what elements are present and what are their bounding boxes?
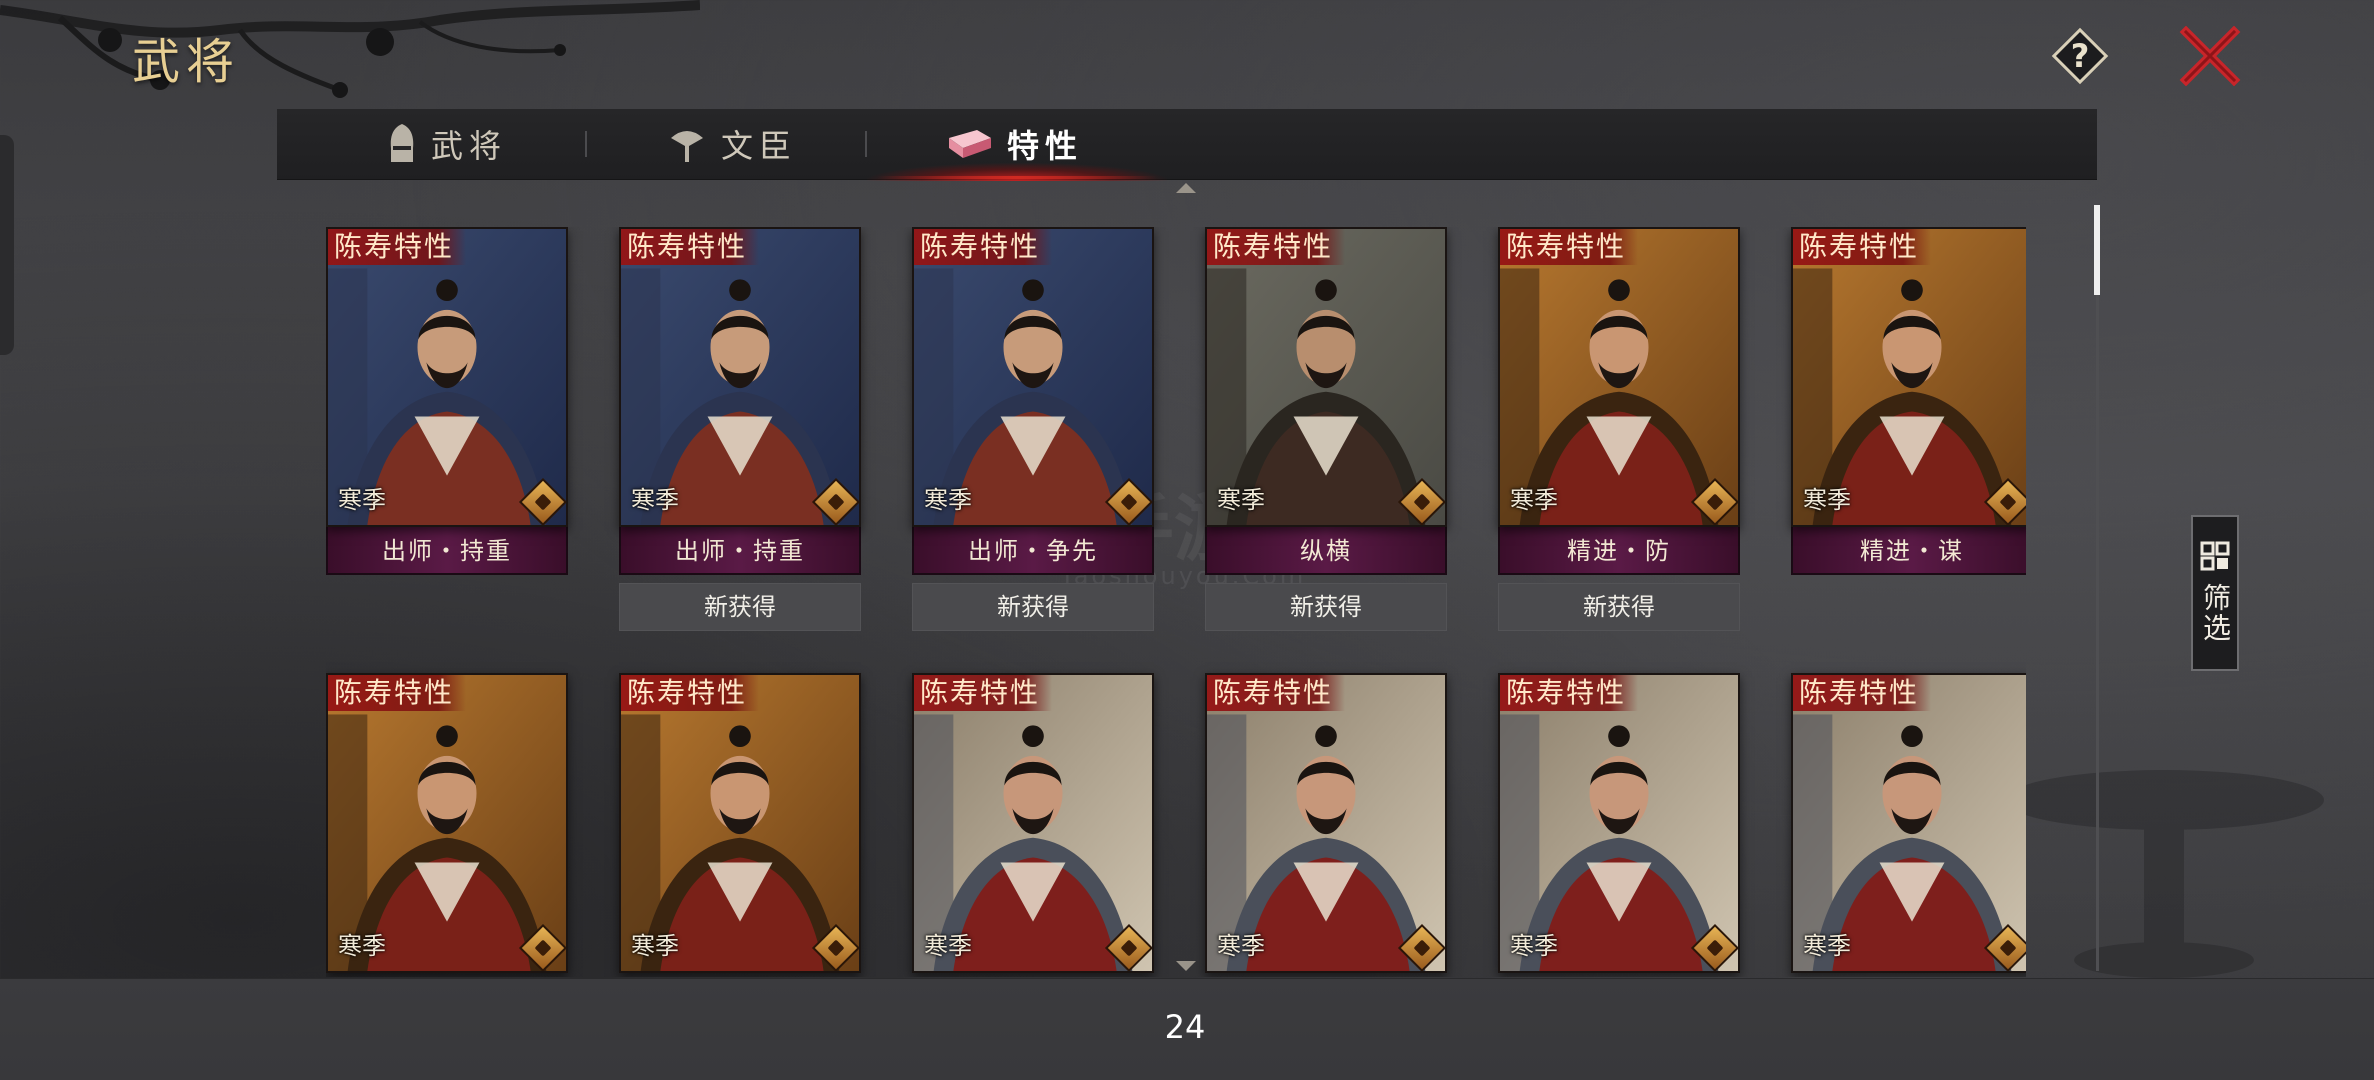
card-tag: 陈寿特性 [1500,229,1639,265]
card-name: 精进・防 [1498,527,1740,575]
helmet-icon [390,124,414,162]
card-portrait: 陈寿特性 寒季 [1791,227,2026,527]
card-season: 寒季 [1217,486,1265,514]
card-name: 纵横 [1205,527,1447,575]
card-portrait: 陈寿特性 寒季 [1205,227,1447,527]
card-portrait: 陈寿特性 寒季 [912,227,1154,527]
scroll-up-arrow-icon [1176,183,1196,193]
card-portrait: 陈寿特性 寒季 [326,227,568,527]
tab-generals[interactable]: 武将 [387,109,507,179]
card-name: 精进・谋 [1791,527,2026,575]
active-tab-underline [877,176,1157,179]
card-name: 出师・持重 [619,527,861,575]
card-season: 寒季 [1510,932,1558,960]
left-edge-handle [0,135,14,355]
new-acquired-label: 新获得 [1205,583,1447,631]
card-tag: 陈寿特性 [328,675,467,711]
card-portrait: 陈寿特性 寒季 [912,673,1154,973]
card-tag: 陈寿特性 [328,229,467,265]
card-name: 出师・争先 [912,527,1154,575]
trait-card[interactable]: 陈寿特性 寒季 [619,673,861,973]
tab-ministers-label: 文臣 [721,127,798,165]
tab-ministers[interactable]: 文臣 [667,109,797,179]
trait-card[interactable]: 陈寿特性 寒季 精进・谋 [1791,227,2026,575]
trait-card[interactable]: 陈寿特性 寒季 [1498,673,1740,973]
card-portrait: 陈寿特性 寒季 [1498,227,1740,527]
trait-card-grid: 陈寿特性 寒季 出师・持重 陈寿特性 寒季 出师・持重 新获得 陈寿特性 寒季 … [326,227,2026,977]
card-portrait: 陈寿特性 寒季 [1791,673,2026,973]
close-icon[interactable] [2178,26,2242,86]
help-button[interactable]: ? [2050,26,2110,86]
fan-icon [671,131,703,162]
card-season: 寒季 [338,486,386,514]
card-season: 寒季 [338,932,386,960]
trait-card[interactable]: 陈寿特性 寒季 [1791,673,2026,973]
page-title: 武将 [132,34,241,90]
tab-separator [585,131,587,157]
card-tag: 陈寿特性 [1793,229,1932,265]
card-season: 寒季 [924,932,972,960]
trait-card[interactable]: 陈寿特性 寒季 [1205,673,1447,973]
trait-card[interactable]: 陈寿特性 寒季 出师・争先新获得 [912,227,1154,631]
book-icon [949,130,991,158]
trait-card[interactable]: 陈寿特性 寒季 [912,673,1154,973]
filter-button[interactable]: 筛选 [2191,515,2239,671]
tab-generals-label: 武将 [431,127,508,165]
scrollbar-track[interactable] [2096,205,2099,971]
item-count: 24 [1164,1008,1206,1046]
new-acquired-label: 新获得 [912,583,1154,631]
card-tag: 陈寿特性 [1500,675,1639,711]
card-tag: 陈寿特性 [914,229,1053,265]
tab-bar: 武将 文臣 特性 [277,109,2097,181]
card-portrait: 陈寿特性 寒季 [1205,673,1447,973]
question-icon: ? [2070,37,2090,75]
card-season: 寒季 [1217,932,1265,960]
trait-card[interactable]: 陈寿特性 寒季 出师・持重 [326,227,568,575]
card-name: 出师・持重 [326,527,568,575]
card-tag: 陈寿特性 [621,675,760,711]
card-season: 寒季 [924,486,972,514]
card-tag: 陈寿特性 [621,229,760,265]
trait-card[interactable]: 陈寿特性 寒季 [326,673,568,973]
card-portrait: 陈寿特性 寒季 [619,673,861,973]
card-portrait: 陈寿特性 寒季 [326,673,568,973]
new-acquired-label: 新获得 [619,583,861,631]
card-season: 寒季 [1510,486,1558,514]
card-tag: 陈寿特性 [1207,675,1346,711]
card-season: 寒季 [631,486,679,514]
new-acquired-label: 新获得 [1498,583,1740,631]
trait-card[interactable]: 陈寿特性 寒季 出师・持重新获得 [619,227,861,631]
card-season: 寒季 [1803,932,1851,960]
card-portrait: 陈寿特性 寒季 [619,227,861,527]
filter-label: 筛选 [2199,583,2232,643]
card-tag: 陈寿特性 [914,675,1053,711]
card-portrait: 陈寿特性 寒季 [1498,673,1740,973]
card-season: 寒季 [1803,486,1851,514]
card-tag: 陈寿特性 [1793,675,1932,711]
trait-card[interactable]: 陈寿特性 寒季 精进・防新获得 [1498,227,1740,631]
tab-traits-label: 特性 [1007,127,1084,165]
card-season: 寒季 [631,932,679,960]
scrollbar-thumb[interactable] [2094,205,2100,295]
grid-icon [2200,541,2230,571]
tab-separator [865,131,867,157]
card-tag: 陈寿特性 [1207,229,1346,265]
trait-card[interactable]: 陈寿特性 寒季 纵横新获得 [1205,227,1447,631]
